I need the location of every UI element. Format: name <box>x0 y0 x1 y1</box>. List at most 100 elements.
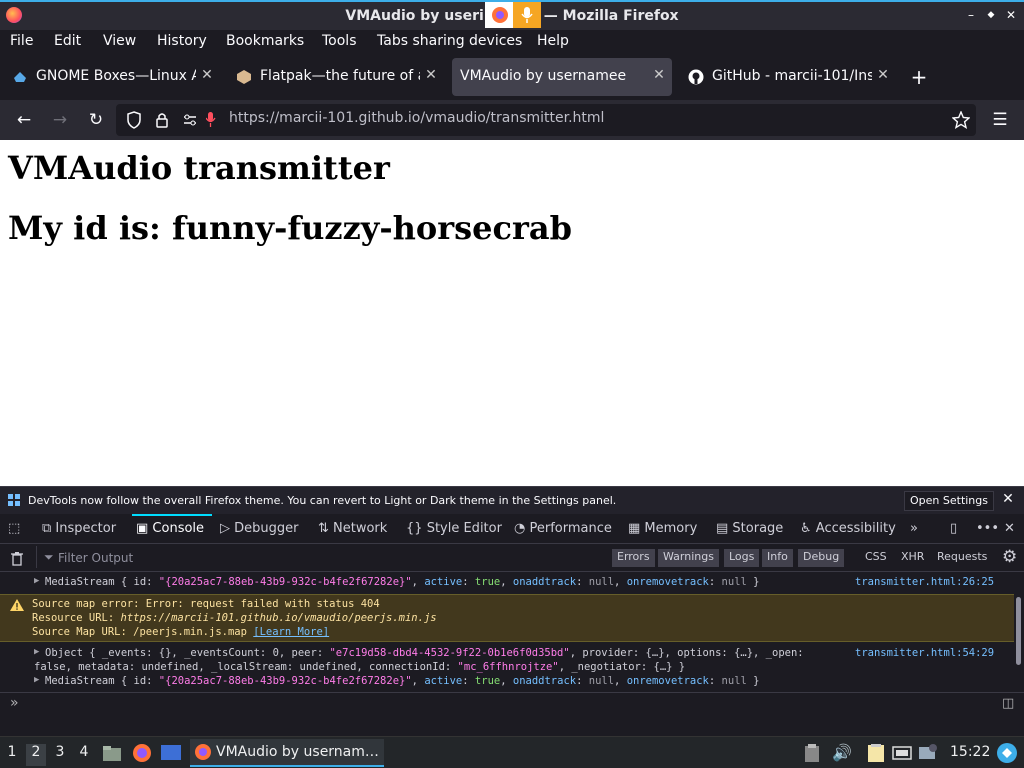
filter-output-input[interactable]: Filter Output <box>58 551 133 565</box>
menubar: File Edit View History Bookmarks Tools T… <box>0 30 1024 54</box>
workspace-1[interactable]: 1 <box>2 744 22 766</box>
warning-line-2: Resource URL: https://marcii-101.github.… <box>32 612 437 624</box>
tab-network[interactable]: ⇅ Network <box>318 521 387 536</box>
volume-icon[interactable]: 🔊 <box>832 743 852 763</box>
tab-gnome-boxes[interactable]: GNOME Boxes—Linux Ap ✕ <box>4 58 220 96</box>
forward-arrow-icon[interactable]: → <box>48 108 72 132</box>
notes-tray-icon[interactable] <box>866 743 886 763</box>
console-settings-gear-icon[interactable]: ⚙ <box>1002 547 1017 567</box>
menu-tools[interactable]: Tools <box>322 33 357 49</box>
devtools-menu-icon[interactable]: ••• <box>976 521 999 536</box>
more-tools-icon[interactable]: » <box>910 521 918 536</box>
bookmark-star-icon[interactable] <box>952 111 970 129</box>
shield-icon[interactable] <box>126 111 142 129</box>
microphone-active-icon[interactable] <box>206 111 216 129</box>
filter-xhr[interactable]: XHR <box>896 549 929 567</box>
minimize-icon[interactable]: – <box>962 6 980 24</box>
filter-info[interactable]: Info <box>762 549 793 567</box>
network-tray-icon[interactable] <box>892 743 912 763</box>
editor-mode-icon[interactable]: ◫ <box>1002 696 1014 711</box>
filter-logs[interactable]: Logs <box>724 549 760 567</box>
console-scrollbar[interactable] <box>1014 575 1022 690</box>
url-text[interactable]: https://marcii-101.github.io/vmaudio/tra… <box>229 110 604 126</box>
tab-accessibility[interactable]: ♿ Accessibility <box>800 521 896 536</box>
warning-line-1: Source map error: Error: request failed … <box>32 598 380 610</box>
app-menu-icon[interactable]: ☰ <box>988 108 1012 132</box>
tab-debugger[interactable]: ▷ Debugger <box>220 521 299 536</box>
active-tab-indicator <box>132 514 212 516</box>
console-output: ▶ MediaStream { id: "{20a25ac7-88eb-43b9… <box>0 572 1024 692</box>
workspace-2[interactable]: 2 <box>26 744 46 766</box>
tab-bar: GNOME Boxes—Linux Ap ✕ Flatpak—the futur… <box>0 54 1024 100</box>
display-tray-icon[interactable] <box>918 743 938 763</box>
filter-debug[interactable]: Debug <box>798 549 845 567</box>
tab-github[interactable]: GitHub - marcii-101/Insta ✕ <box>680 58 896 96</box>
devtools-bottom-spacer <box>0 716 1024 736</box>
console-input[interactable]: » ◫ <box>0 692 1024 716</box>
expand-arrow-icon[interactable]: ▶ <box>34 647 39 657</box>
tab-memory[interactable]: ▦ Memory <box>628 521 697 536</box>
tab-close-icon[interactable]: ✕ <box>424 67 438 85</box>
microphone-icon <box>521 7 533 23</box>
expand-arrow-icon[interactable]: ▶ <box>34 675 39 685</box>
devtools-notification: DevTools now follow the overall Firefox … <box>0 486 1024 514</box>
tab-inspector[interactable]: ⧉ Inspector <box>42 521 116 536</box>
tab-vmaudio[interactable]: VMAudio by usernamee ✕ <box>452 58 672 96</box>
back-arrow-icon[interactable]: ← <box>12 108 36 132</box>
menu-history[interactable]: History <box>157 33 207 49</box>
reload-icon[interactable]: ↻ <box>84 108 108 132</box>
tab-performance[interactable]: ◔ Performance <box>514 521 612 536</box>
clock[interactable]: 15:22 <box>950 744 990 760</box>
clipboard-tray-icon[interactable] <box>802 743 822 763</box>
file-manager-icon[interactable] <box>102 743 122 763</box>
responsive-design-icon[interactable]: ▯ <box>950 521 957 536</box>
console-source-link[interactable]: transmitter.html:26:25 <box>855 576 994 588</box>
filter-requests[interactable]: Requests <box>932 549 992 567</box>
tab-console[interactable]: ▣ Console <box>136 521 204 536</box>
learn-more-link[interactable]: [Learn More] <box>253 626 329 638</box>
sharing-indicator[interactable] <box>485 2 541 28</box>
expand-arrow-icon[interactable]: ▶ <box>34 576 39 586</box>
filter-errors[interactable]: Errors <box>612 549 655 567</box>
console-source-link[interactable]: transmitter.html:54:29 <box>855 647 994 659</box>
close-window-icon[interactable]: ✕ <box>1002 6 1020 24</box>
show-desktop-icon[interactable] <box>160 743 182 763</box>
close-devtools-icon[interactable]: ✕ <box>1004 521 1015 536</box>
menu-file[interactable]: File <box>10 33 33 49</box>
warning-line-3: Source Map URL: /peerjs.min.js.map [Lear… <box>32 626 330 638</box>
tab-close-icon[interactable]: ✕ <box>876 67 890 85</box>
taskbar-firefox-window[interactable]: VMAudio by usernam… <box>190 739 384 767</box>
tab-close-icon[interactable]: ✕ <box>652 67 666 85</box>
menu-bookmarks[interactable]: Bookmarks <box>226 33 304 49</box>
system-menu-icon[interactable] <box>996 742 1018 764</box>
tab-flatpak[interactable]: Flatpak—the future of ap ✕ <box>228 58 444 96</box>
taskbar: 1 2 3 4 VMAudio by usernam… 🔊 15:22 <box>0 736 1024 768</box>
firefox-launcher-icon[interactable] <box>132 743 152 763</box>
menu-view[interactable]: View <box>103 33 136 49</box>
open-settings-button[interactable]: Open Settings <box>904 491 994 511</box>
prompt-chevron-icon: » <box>10 695 19 711</box>
new-tab-button[interactable]: + <box>906 64 932 90</box>
tab-close-icon[interactable]: ✕ <box>200 67 214 85</box>
close-notice-icon[interactable]: ✕ <box>1000 491 1016 509</box>
menu-tabs-sharing-devices[interactable]: Tabs sharing devices <box>377 33 522 49</box>
tab-style-editor[interactable]: {} Style Editor <box>406 521 502 536</box>
boxes-icon <box>14 72 26 82</box>
maximize-icon[interactable]: ◆ <box>982 6 1000 24</box>
firefox-sharing-icon <box>492 7 508 23</box>
filter-css[interactable]: CSS <box>860 549 892 567</box>
console-warning[interactable]: Source map error: Error: request failed … <box>0 594 1014 642</box>
pick-element-icon[interactable]: ⬚ <box>8 521 20 536</box>
menu-help[interactable]: Help <box>537 33 569 49</box>
workspace-4[interactable]: 4 <box>74 744 94 766</box>
page-heading: VMAudio transmitter <box>8 149 390 187</box>
menu-edit[interactable]: Edit <box>54 33 81 49</box>
filter-warnings[interactable]: Warnings <box>658 549 719 567</box>
page-content: VMAudio transmitter My id is: funny-fuzz… <box>0 140 1024 486</box>
notice-text: DevTools now follow the overall Firefox … <box>28 494 617 507</box>
workspace-3[interactable]: 3 <box>50 744 70 766</box>
lock-icon[interactable] <box>155 111 169 129</box>
permissions-icon[interactable] <box>183 113 197 127</box>
tab-storage[interactable]: ▤ Storage <box>716 521 783 536</box>
trash-icon[interactable] <box>10 551 24 566</box>
